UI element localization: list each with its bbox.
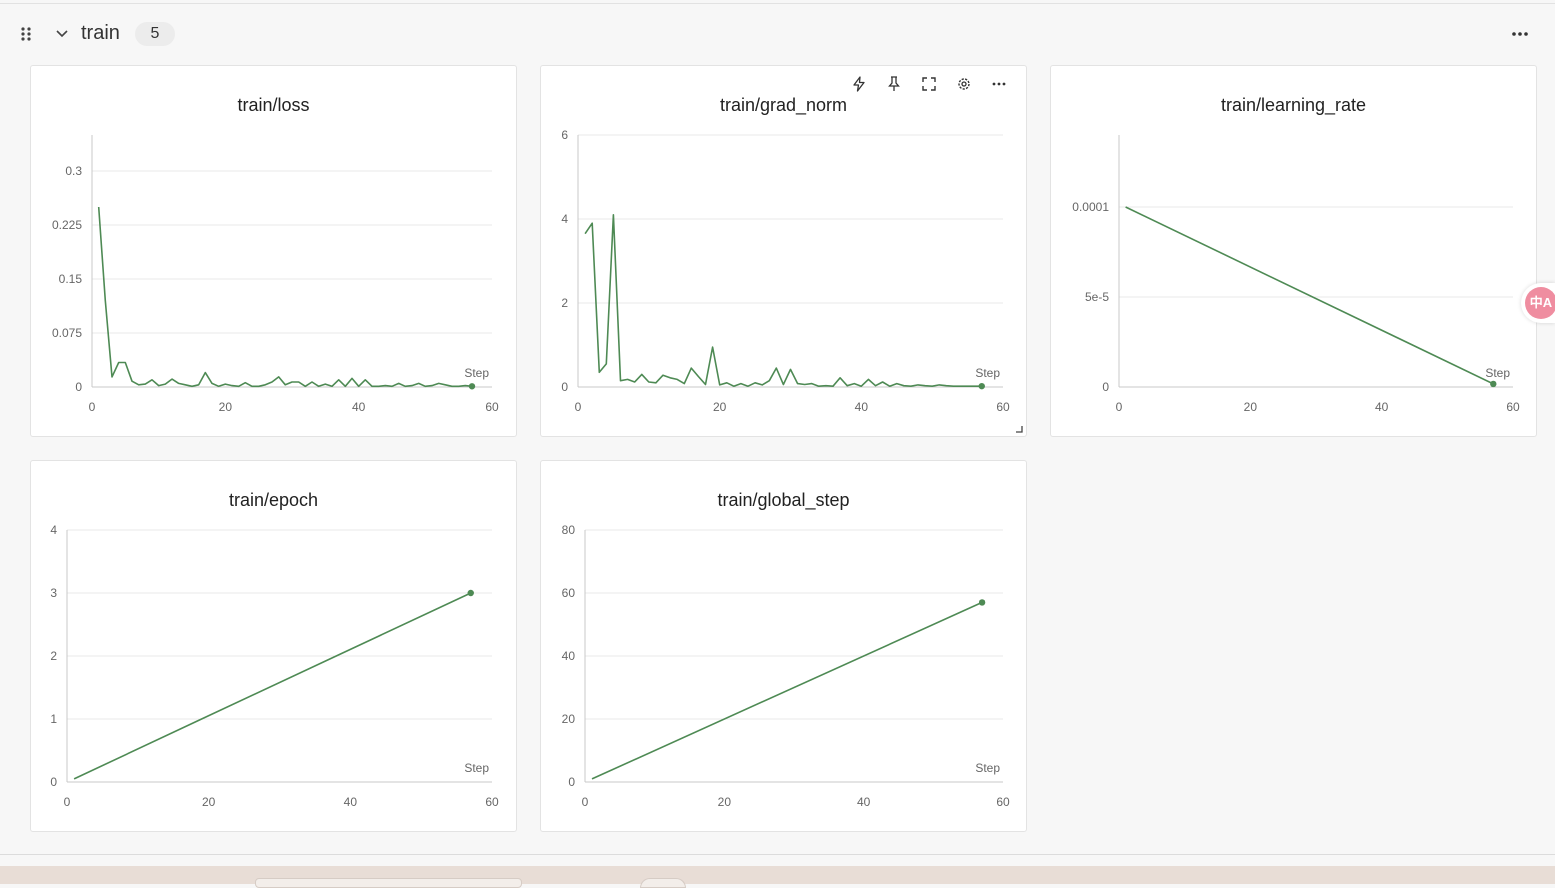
line-chart: 02460 20 40 60Step: [561, 128, 1010, 414]
y-tick-label: 6: [561, 128, 568, 142]
y-tick-label: 60: [562, 586, 576, 600]
line-chart: 0 5e-5 0.0001 0 20 40 60 Step: [1072, 135, 1520, 414]
y-tick-label: 0.225: [52, 218, 82, 232]
y-tick-label: 0: [1102, 380, 1109, 394]
taskbar-app-icon[interactable]: [640, 878, 686, 888]
x-tick-label: 20: [1244, 400, 1258, 414]
y-tick-label: 0: [75, 380, 82, 394]
y-tick-label: 0: [561, 380, 568, 394]
chart-card-train-learning-rate[interactable]: train/learning_rate 0 5e-5 0.0001 0 20 40 60 St…: [1050, 65, 1537, 437]
x-tick-label: 20: [713, 400, 727, 414]
pin-icon[interactable]: [884, 74, 904, 94]
x-tick-label: 60: [996, 795, 1010, 809]
chart-count-badge: 5: [135, 22, 175, 46]
line-chart: 0 20 40 60 80 0 20 40 60 Step: [562, 523, 1010, 809]
x-tick-label: 40: [352, 400, 366, 414]
chart-toolbar: [849, 74, 1009, 94]
gear-icon[interactable]: [954, 74, 974, 94]
y-tick-label: 2: [50, 649, 57, 663]
y-tick-label: 2: [561, 296, 568, 310]
taskbar: [0, 866, 1555, 888]
y-tick-label: 0.3: [65, 164, 82, 178]
translate-icon[interactable]: 中A: [1525, 287, 1555, 319]
series-line: [1125, 206, 1494, 385]
x-axis-label: Step: [975, 761, 1000, 775]
chart-card-train-grad-norm[interactable]: train/grad_norm 0 2 4 6 0 20 40 60 Step: [540, 65, 1027, 437]
top-divider: [0, 3, 1555, 4]
x-tick-label: 60: [485, 400, 499, 414]
x-tick-label: 0: [1116, 400, 1123, 414]
y-tick-label: 0: [568, 775, 575, 789]
drag-handle-icon[interactable]: [19, 26, 33, 42]
x-tick-label: 60: [1506, 400, 1520, 414]
series-line: [73, 592, 472, 780]
chart-card-train-loss[interactable]: train/loss 0 0.075 0.15 0.225 0.3 0 20 40 60 Step: [30, 65, 517, 437]
last-point-marker: [468, 383, 476, 390]
translate-widget[interactable]: 中A: [1521, 283, 1555, 323]
y-tick-label: 3: [50, 586, 57, 600]
y-tick-label: 0: [50, 775, 57, 789]
chevron-down-icon[interactable]: [52, 24, 72, 44]
x-tick-label: 40: [857, 795, 871, 809]
x-tick-label: 20: [219, 400, 233, 414]
y-tick-label: 1: [50, 712, 57, 726]
group-title[interactable]: train: [81, 22, 120, 45]
chart-card-train-global-step[interactable]: train/global_step 0 20 40 60 80 0 20 40 60 Step: [540, 460, 1027, 832]
y-tick-label: 0.075: [52, 326, 82, 340]
y-tick-label: 0.15: [59, 272, 83, 286]
x-tick-label: 60: [996, 400, 1010, 414]
more-horizontal-icon[interactable]: [1505, 24, 1535, 44]
y-tick-label: 80: [562, 523, 576, 537]
x-tick-label: 60: [485, 795, 499, 809]
fullscreen-icon[interactable]: [919, 74, 939, 94]
last-point-marker: [978, 599, 986, 606]
x-axis-label: Step: [1485, 366, 1510, 380]
last-point-marker: [467, 589, 474, 597]
series-line: [97, 206, 473, 388]
x-tick-label: 40: [855, 400, 869, 414]
y-tick-label: 4: [561, 212, 568, 226]
more-horizontal-icon[interactable]: [989, 74, 1009, 94]
y-tick-label: 4: [50, 523, 57, 537]
taskbar-search-box[interactable]: [255, 878, 522, 888]
x-tick-label: 40: [1375, 400, 1389, 414]
x-axis-label: Step: [464, 366, 489, 380]
x-axis-label: Step: [464, 761, 489, 775]
x-axis-label: Step: [975, 366, 1000, 380]
line-chart: 0 0.075 0.15 0.225 0.3 0 20 40 60 Step: [52, 135, 499, 414]
y-tick-label: 20: [562, 712, 576, 726]
x-tick-label: 0: [582, 795, 589, 809]
y-tick-label: 5e-5: [1085, 290, 1109, 304]
x-tick-label: 0: [89, 400, 96, 414]
line-chart: 012340 20 40 60Step: [50, 523, 499, 809]
x-tick-label: 20: [202, 795, 216, 809]
resize-handle-icon[interactable]: [1015, 425, 1023, 433]
x-tick-label: 20: [718, 795, 732, 809]
series-line: [584, 214, 982, 388]
x-tick-label: 0: [575, 400, 582, 414]
x-tick-label: 40: [344, 795, 358, 809]
x-tick-label: 0: [64, 795, 71, 809]
lightning-icon[interactable]: [849, 74, 869, 94]
panel-group-header: train 5: [0, 14, 1555, 54]
y-tick-label: 40: [562, 649, 576, 663]
y-tick-label: 0.0001: [1072, 200, 1109, 214]
series-line: [591, 601, 983, 780]
last-point-marker: [978, 382, 985, 390]
last-point-marker: [1490, 380, 1497, 388]
bottom-divider: [0, 854, 1555, 855]
chart-card-train-epoch[interactable]: train/epoch 0 1 2 3 4 0 20 40 60 Step: [30, 460, 517, 832]
